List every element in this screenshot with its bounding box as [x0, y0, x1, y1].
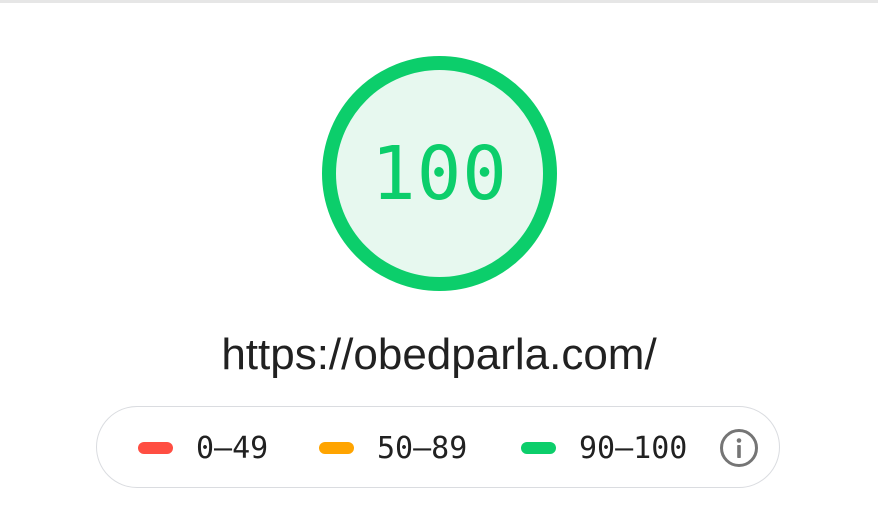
- top-divider: [0, 0, 878, 3]
- legend-label-pass: 90–100: [579, 430, 688, 466]
- report-url: https://obedparla.com/: [221, 330, 657, 379]
- pass-swatch: [521, 442, 556, 454]
- performance-score: 100: [371, 130, 508, 217]
- legend-label-average: 50–89: [377, 430, 468, 466]
- legend-item-fail: 0–49: [138, 407, 268, 489]
- legend-item-pass: 90–100: [521, 407, 687, 489]
- legend-label-fail: 0–49: [196, 430, 269, 466]
- average-swatch: [319, 442, 354, 454]
- legend-item-average: 50–89: [319, 407, 467, 489]
- score-scale-legend: 0–49 50–89 90–100: [96, 406, 780, 488]
- info-icon[interactable]: [719, 428, 759, 468]
- score-gauge: 100: [319, 53, 560, 294]
- fail-swatch: [138, 442, 173, 454]
